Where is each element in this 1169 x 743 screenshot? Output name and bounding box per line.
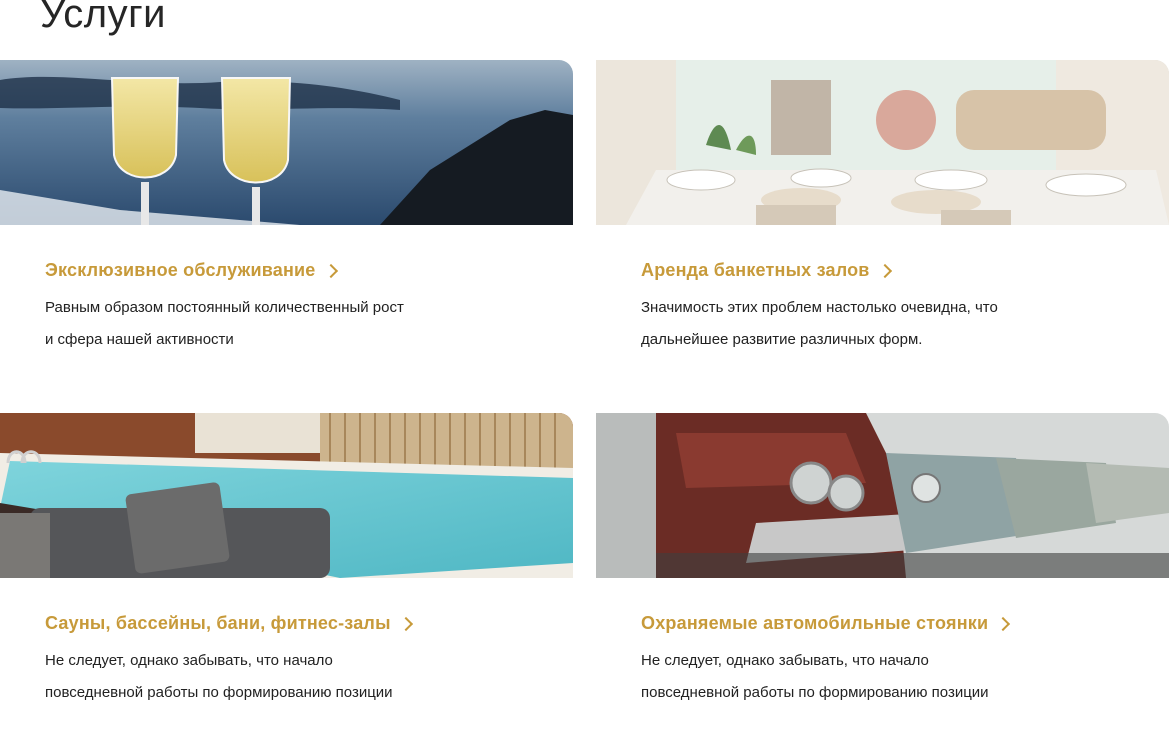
description-line: Значимость этих проблем настолько очевид…	[641, 299, 998, 316]
description-line: дальнейшее развитие различных форм.	[641, 331, 923, 348]
description-line: Равным образом постоянный количественный…	[45, 299, 404, 316]
chevron-right-icon	[323, 263, 338, 279]
service-image-champagne[interactable]	[0, 60, 573, 225]
service-link-parking[interactable]: Охраняемые автомобильные стоянки	[641, 613, 1011, 634]
description-line: и сфера нашей активности	[45, 331, 234, 348]
chevron-right-icon	[398, 616, 413, 632]
service-link-sauna[interactable]: Сауны, бассейны, бани, фитнес-залы	[45, 613, 413, 634]
description-line: Не следует, однако забывать, что начало	[45, 652, 333, 669]
description-line: Не следует, однако забывать, что начало	[641, 652, 929, 669]
page-title: Услуги	[40, 0, 167, 36]
description-line: повседневной работы по формированию пози…	[641, 684, 989, 701]
service-title: Аренда банкетных залов	[641, 260, 870, 280]
service-image-cars[interactable]	[596, 413, 1169, 578]
service-card-banquet[interactable]: Аренда банкетных залов Значимость этих п…	[596, 60, 1169, 348]
service-description: Не следует, однако забывать, что начало …	[45, 645, 515, 709]
service-image-pool[interactable]	[0, 413, 573, 578]
service-card-parking[interactable]: Охраняемые автомобильные стоянки Не след…	[596, 413, 1169, 701]
description-line: повседневной работы по формированию пози…	[45, 684, 393, 701]
service-link-banquet[interactable]: Аренда банкетных залов	[641, 260, 892, 281]
chevron-right-icon	[996, 616, 1011, 632]
service-link-exclusive[interactable]: Эксклюзивное обслуживание	[45, 260, 338, 281]
service-title: Эксклюзивное обслуживание	[45, 260, 316, 280]
service-description: Значимость этих проблем настолько очевид…	[641, 292, 1111, 356]
service-title: Сауны, бассейны, бани, фитнес-залы	[45, 613, 391, 633]
service-card-exclusive[interactable]: Эксклюзивное обслуживание Равным образом…	[0, 60, 573, 348]
service-description: Не следует, однако забывать, что начало …	[641, 645, 1111, 709]
service-title: Охраняемые автомобильные стоянки	[641, 613, 989, 633]
service-card-sauna[interactable]: Сауны, бассейны, бани, фитнес-залы Не сл…	[0, 413, 573, 701]
service-image-banquet[interactable]	[596, 60, 1169, 225]
service-description: Равным образом постоянный количественный…	[45, 292, 515, 356]
chevron-right-icon	[877, 263, 892, 279]
